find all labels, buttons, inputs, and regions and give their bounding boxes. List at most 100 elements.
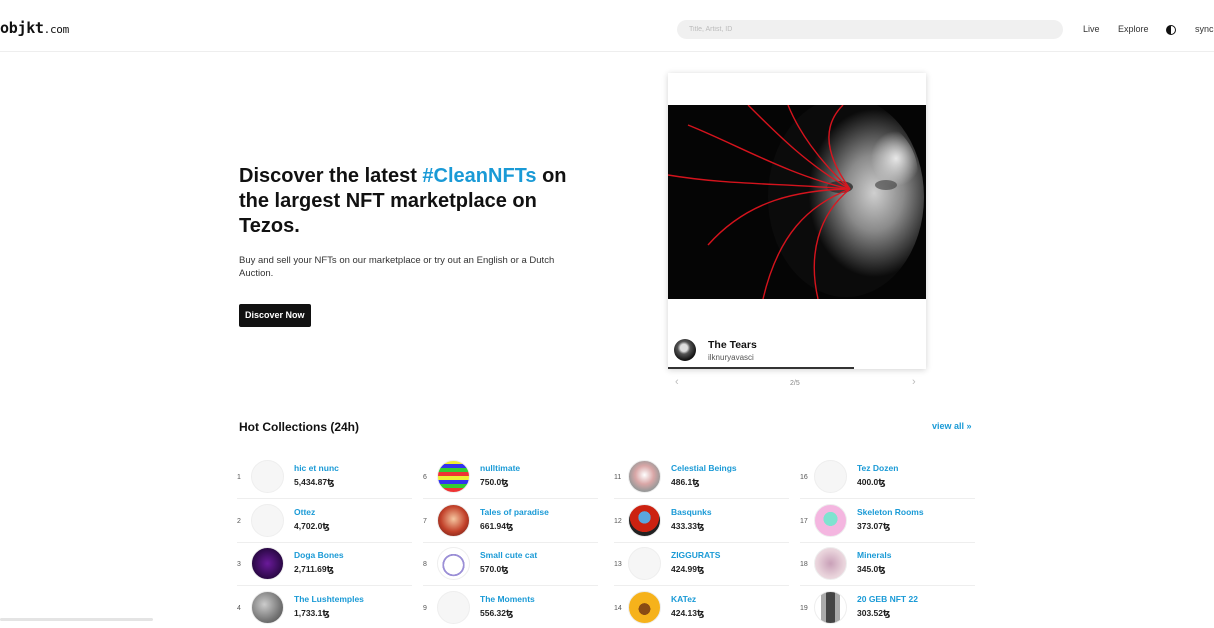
featured-nft-title[interactable]: The Tears xyxy=(708,339,757,351)
search-input[interactable] xyxy=(677,20,1063,39)
artist-avatar[interactable] xyxy=(674,339,696,361)
collection-volume: 424.99ꜩ xyxy=(671,564,705,574)
collection-item[interactable]: 13 ZIGGURATS 424.99ꜩ xyxy=(614,543,789,586)
collection-item[interactable]: 17 Skeleton Rooms 373.07ꜩ xyxy=(800,500,975,543)
featured-nft-artist[interactable]: ilknuryavasci xyxy=(708,353,754,362)
hero-title: Discover the latest #CleanNFTs on the la… xyxy=(239,164,599,239)
collection-rank: 17 xyxy=(800,517,808,525)
hero-title-text: Discover the latest xyxy=(239,165,423,187)
collection-thumbnail[interactable] xyxy=(628,503,661,537)
collection-name[interactable]: Tales of paradise xyxy=(480,507,549,517)
collection-volume: 661.94ꜩ xyxy=(480,520,514,531)
nav-explore-link[interactable]: Explore xyxy=(1118,24,1149,34)
logo-tld: .com xyxy=(43,23,70,36)
collection-name[interactable]: Tez Dozen xyxy=(857,463,898,473)
collection-rank: 4 xyxy=(237,604,241,612)
collection-volume: 373.07ꜩ xyxy=(857,520,891,531)
collection-rank: 8 xyxy=(423,561,427,568)
collection-name[interactable]: The Moments xyxy=(480,594,535,604)
hot-collections-title: Hot Collections (24h) xyxy=(239,420,360,434)
view-all-link[interactable]: view all » xyxy=(932,421,972,431)
collection-thumbnail[interactable] xyxy=(814,590,847,624)
discover-now-button[interactable]: Discover Now xyxy=(239,304,311,327)
collection-volume: 4,702.0ꜩ xyxy=(294,520,330,531)
collection-rank: 13 xyxy=(614,561,622,568)
collection-thumbnail[interactable] xyxy=(437,503,470,537)
collection-rank: 19 xyxy=(800,604,808,612)
collection-name[interactable]: The Lushtemples xyxy=(294,594,364,604)
contrast-icon[interactable] xyxy=(1166,25,1176,35)
collection-rank: 7 xyxy=(423,517,427,525)
collection-name[interactable]: Doga Bones xyxy=(294,550,344,560)
collection-thumbnail[interactable] xyxy=(251,503,284,537)
collection-item[interactable]: 18 Minerals 345.0ꜩ xyxy=(800,543,975,586)
collection-thumbnail[interactable] xyxy=(814,460,847,493)
collection-volume: 424.13ꜩ xyxy=(671,607,705,618)
collection-name[interactable]: Celestial Beings xyxy=(671,463,737,473)
collection-item[interactable]: 8 Small cute cat 570.0ꜩ xyxy=(423,543,598,586)
collection-name[interactable]: Ottez xyxy=(294,507,315,517)
chevron-right-icon[interactable]: › xyxy=(912,376,916,388)
collection-name[interactable]: 20 GEB NFT 22 xyxy=(857,594,918,604)
collection-thumbnail[interactable] xyxy=(437,547,470,580)
collection-name[interactable]: KATez xyxy=(671,594,696,604)
collection-rank: 14 xyxy=(614,604,622,612)
collection-item[interactable]: 9 The Moments 556.32ꜩ xyxy=(423,587,598,628)
collection-volume: 303.52ꜩ xyxy=(857,607,891,618)
collection-thumbnail[interactable] xyxy=(814,547,847,580)
collection-volume: 556.32ꜩ xyxy=(480,607,514,618)
collection-name[interactable]: ZIGGURATS xyxy=(671,550,720,560)
collection-thumbnail[interactable] xyxy=(251,547,284,580)
collection-name[interactable]: nulltimate xyxy=(480,463,520,473)
collection-volume: 400.0ꜩ xyxy=(857,477,886,487)
collection-volume: 486.1ꜩ xyxy=(671,477,700,487)
collection-item[interactable]: 3 Doga Bones 2,711.69ꜩ xyxy=(237,543,412,586)
collection-item[interactable]: 1 hic et nunc 5,434.87ꜩ xyxy=(237,456,412,499)
collection-item[interactable]: 14 KATez 424.13ꜩ xyxy=(614,587,789,628)
collection-item[interactable]: 6 nulltimate 750.0ꜩ xyxy=(423,456,598,499)
collection-volume: 570.0ꜩ xyxy=(480,564,509,574)
collection-thumbnail[interactable] xyxy=(251,460,284,493)
collection-thumbnail[interactable] xyxy=(437,590,470,624)
collection-thumbnail[interactable] xyxy=(437,460,470,493)
collection-item[interactable]: 4 The Lushtemples 1,733.1ꜩ xyxy=(237,587,412,628)
collection-item[interactable]: 16 Tez Dozen 400.0ꜩ xyxy=(800,456,975,499)
collection-name[interactable]: Basqunks xyxy=(671,507,712,517)
collection-volume: 750.0ꜩ xyxy=(480,477,509,487)
collection-rank: 16 xyxy=(800,474,808,481)
featured-nft-image[interactable] xyxy=(668,105,926,299)
collection-volume: 1,733.1ꜩ xyxy=(294,607,330,618)
collection-name[interactable]: Small cute cat xyxy=(480,550,537,560)
collection-rank: 11 xyxy=(614,474,622,481)
collection-name[interactable]: Skeleton Rooms xyxy=(857,507,924,517)
collection-thumbnail[interactable] xyxy=(628,460,661,493)
collection-rank: 18 xyxy=(800,561,808,568)
collection-volume: 5,434.87ꜩ xyxy=(294,477,335,487)
portrait-artwork xyxy=(668,105,926,299)
collection-thumbnail[interactable] xyxy=(251,590,284,624)
collection-rank: 12 xyxy=(614,517,622,525)
collection-item[interactable]: 11 Celestial Beings 486.1ꜩ xyxy=(614,456,789,499)
hero-subtitle: Buy and sell your NFTs on our marketplac… xyxy=(239,255,555,279)
collection-name[interactable]: hic et nunc xyxy=(294,463,339,473)
collection-thumbnail[interactable] xyxy=(628,590,661,624)
horizontal-scrollbar[interactable] xyxy=(0,618,153,621)
collection-rank: 3 xyxy=(237,561,241,568)
collection-item[interactable]: 19 20 GEB NFT 22 303.52ꜩ xyxy=(800,587,975,628)
collection-volume: 2,711.69ꜩ xyxy=(294,564,334,574)
chevron-left-icon[interactable]: ‹ xyxy=(675,376,679,388)
nav-live-link[interactable]: Live xyxy=(1083,24,1100,34)
sync-wallet-link[interactable]: sync xyxy=(1195,24,1214,34)
site-logo[interactable]: objkt.com xyxy=(0,19,69,37)
collection-thumbnail[interactable] xyxy=(814,503,847,537)
collection-item[interactable]: 2 Ottez 4,702.0ꜩ xyxy=(237,500,412,543)
collection-item[interactable]: 7 Tales of paradise 661.94ꜩ xyxy=(423,500,598,543)
collection-item[interactable]: 12 Basqunks 433.33ꜩ xyxy=(614,500,789,543)
collection-name[interactable]: Minerals xyxy=(857,550,892,560)
collection-rank: 1 xyxy=(237,474,241,481)
top-navbar: objkt.com Live Explore sync xyxy=(0,0,1214,52)
collection-rank: 2 xyxy=(237,517,241,525)
collection-volume: 345.0ꜩ xyxy=(857,564,886,574)
featured-nft-card[interactable]: The Tears ilknuryavasci xyxy=(668,73,926,369)
collection-thumbnail[interactable] xyxy=(628,547,661,580)
